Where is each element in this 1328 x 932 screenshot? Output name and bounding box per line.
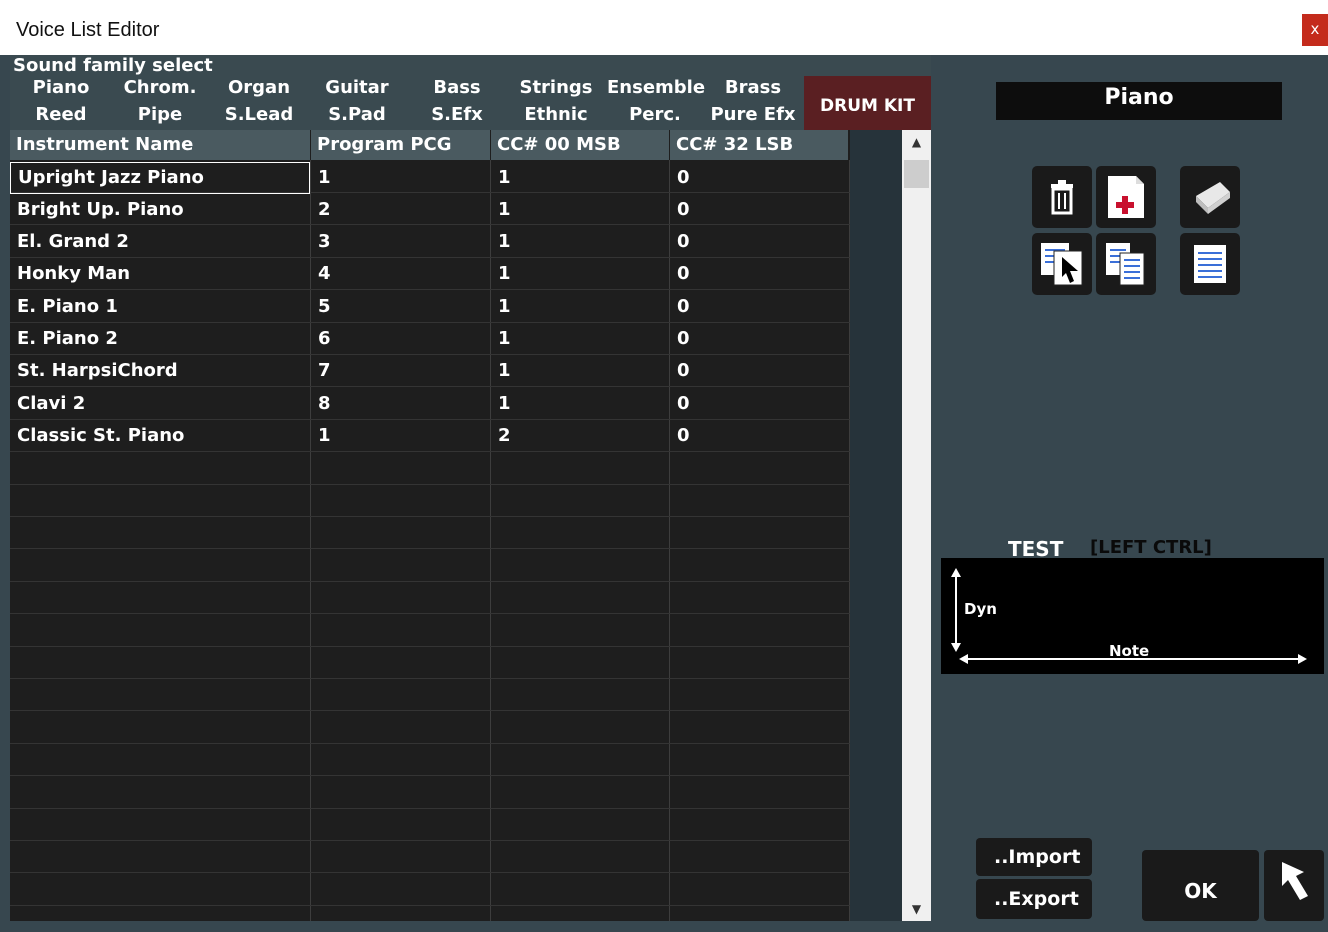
cell-instrument-5[interactable]: E. Piano 1: [10, 291, 310, 323]
row-divider: [10, 548, 850, 549]
family-perc[interactable]: Perc.: [607, 104, 703, 125]
cell-msb-1[interactable]: 1: [491, 162, 669, 194]
cell-program-1[interactable]: 1: [311, 162, 490, 194]
scroll-thumb[interactable]: [904, 160, 929, 188]
family-reed[interactable]: Reed: [13, 104, 109, 125]
row-divider: [10, 516, 850, 517]
row-divider: [10, 775, 850, 776]
column-header-msb[interactable]: CC# 00 MSB: [491, 130, 669, 160]
cell-program-5[interactable]: 5: [311, 291, 490, 323]
paste-icon[interactable]: [1032, 233, 1092, 295]
cell-program-7[interactable]: 7: [311, 355, 490, 387]
cell-lsb-6[interactable]: 0: [670, 323, 848, 355]
list-icon[interactable]: [1180, 233, 1240, 295]
sound-family-label: Sound family select: [13, 55, 213, 76]
cell-instrument-9[interactable]: Classic St. Piano: [10, 420, 310, 452]
cell-msb-7[interactable]: 1: [491, 355, 669, 387]
vertical-scrollbar[interactable]: ▲ ▼: [902, 130, 931, 921]
family-organ[interactable]: Organ: [211, 77, 307, 98]
family-guitar[interactable]: Guitar: [309, 77, 405, 98]
cell-msb-5[interactable]: 1: [491, 291, 669, 323]
family-brass[interactable]: Brass: [705, 77, 801, 98]
family-strings[interactable]: Strings: [508, 77, 604, 98]
import-button[interactable]: ..Import: [976, 838, 1092, 876]
cell-msb-2[interactable]: 1: [491, 194, 669, 226]
close-button[interactable]: x: [1302, 14, 1328, 46]
row-divider: [10, 808, 850, 809]
row-divider: [10, 840, 850, 841]
cell-program-2[interactable]: 2: [311, 194, 490, 226]
sound-family-panel: Sound family select Piano Chrom. Organ G…: [10, 55, 931, 130]
cell-lsb-9[interactable]: 0: [670, 420, 848, 452]
cell-instrument-2[interactable]: Bright Up. Piano: [10, 194, 310, 226]
row-divider: [10, 581, 850, 582]
family-pure-efx[interactable]: Pure Efx: [705, 104, 801, 125]
cell-lsb-3[interactable]: 0: [670, 226, 848, 258]
row-divider: [10, 743, 850, 744]
cell-program-3[interactable]: 3: [311, 226, 490, 258]
family-ethnic[interactable]: Ethnic: [508, 104, 604, 125]
family-ensemble[interactable]: Ensemble: [607, 77, 705, 98]
cell-instrument-6[interactable]: E. Piano 2: [10, 323, 310, 355]
copy-icon[interactable]: [1096, 233, 1156, 295]
scroll-down-icon[interactable]: ▼: [902, 897, 931, 921]
family-pipe[interactable]: Pipe: [112, 104, 208, 125]
cell-program-4[interactable]: 4: [311, 258, 490, 290]
cell-lsb-1[interactable]: 0: [670, 162, 848, 194]
cell-instrument-4[interactable]: Honky Man: [10, 258, 310, 290]
back-arrow-icon: [1282, 862, 1308, 900]
cell-msb-3[interactable]: 1: [491, 226, 669, 258]
ok-button[interactable]: OK: [1142, 850, 1259, 921]
row-divider: [10, 484, 850, 485]
cell-lsb-4[interactable]: 0: [670, 258, 848, 290]
cell-program-8[interactable]: 8: [311, 388, 490, 420]
dyn-axis-label: Dyn: [964, 600, 997, 618]
cell-lsb-2[interactable]: 0: [670, 194, 848, 226]
column-header-lsb[interactable]: CC# 32 LSB: [670, 130, 848, 160]
cell-msb-4[interactable]: 1: [491, 258, 669, 290]
window-title: Voice List Editor: [16, 19, 160, 41]
trash-icon[interactable]: [1032, 166, 1092, 228]
row-divider: [10, 646, 850, 647]
family-piano[interactable]: Piano: [13, 77, 109, 98]
cell-lsb-7[interactable]: 0: [670, 355, 848, 387]
cell-program-6[interactable]: 6: [311, 323, 490, 355]
column-header-instrument[interactable]: Instrument Name: [10, 130, 310, 160]
note-axis-label: Note: [1109, 642, 1150, 660]
cell-instrument-8[interactable]: Clavi 2: [10, 388, 310, 420]
row-divider: [10, 710, 850, 711]
family-slead[interactable]: S.Lead: [211, 104, 307, 125]
cell-lsb-5[interactable]: 0: [670, 291, 848, 323]
cell-instrument-1[interactable]: Upright Jazz Piano: [10, 162, 310, 194]
eraser-icon[interactable]: [1180, 166, 1240, 228]
family-chrom[interactable]: Chrom.: [112, 77, 208, 98]
title-bar: Voice List Editor x: [0, 0, 1328, 55]
scroll-up-icon[interactable]: ▲: [902, 130, 931, 154]
cell-msb-9[interactable]: 2: [491, 420, 669, 452]
export-button[interactable]: ..Export: [976, 879, 1092, 919]
row-divider: [10, 613, 850, 614]
cell-lsb-8[interactable]: 0: [670, 388, 848, 420]
add-voice-icon[interactable]: [1096, 166, 1156, 228]
test-shortcut-label: [LEFT CTRL]: [1090, 537, 1212, 558]
cell-msb-8[interactable]: 1: [491, 388, 669, 420]
row-divider: [10, 678, 850, 679]
grid-gutter: [850, 130, 902, 921]
row-divider: [10, 872, 850, 873]
selected-family-display: Piano: [996, 82, 1282, 120]
cell-instrument-7[interactable]: St. HarpsiChord: [10, 355, 310, 387]
cell-instrument-3[interactable]: El. Grand 2: [10, 226, 310, 258]
back-button[interactable]: [1264, 850, 1324, 921]
voice-grid: Instrument Name Program PCG CC# 00 MSB C…: [10, 130, 850, 921]
family-spad[interactable]: S.Pad: [309, 104, 405, 125]
cell-program-9[interactable]: 1: [311, 420, 490, 452]
test-pad[interactable]: Dyn Note: [941, 558, 1324, 674]
drum-kit-button[interactable]: DRUM KIT: [804, 76, 931, 130]
family-bass[interactable]: Bass: [409, 77, 505, 98]
family-sefx[interactable]: S.Efx: [409, 104, 505, 125]
row-divider: [10, 905, 850, 906]
cell-msb-6[interactable]: 1: [491, 323, 669, 355]
column-header-program[interactable]: Program PCG: [311, 130, 490, 160]
